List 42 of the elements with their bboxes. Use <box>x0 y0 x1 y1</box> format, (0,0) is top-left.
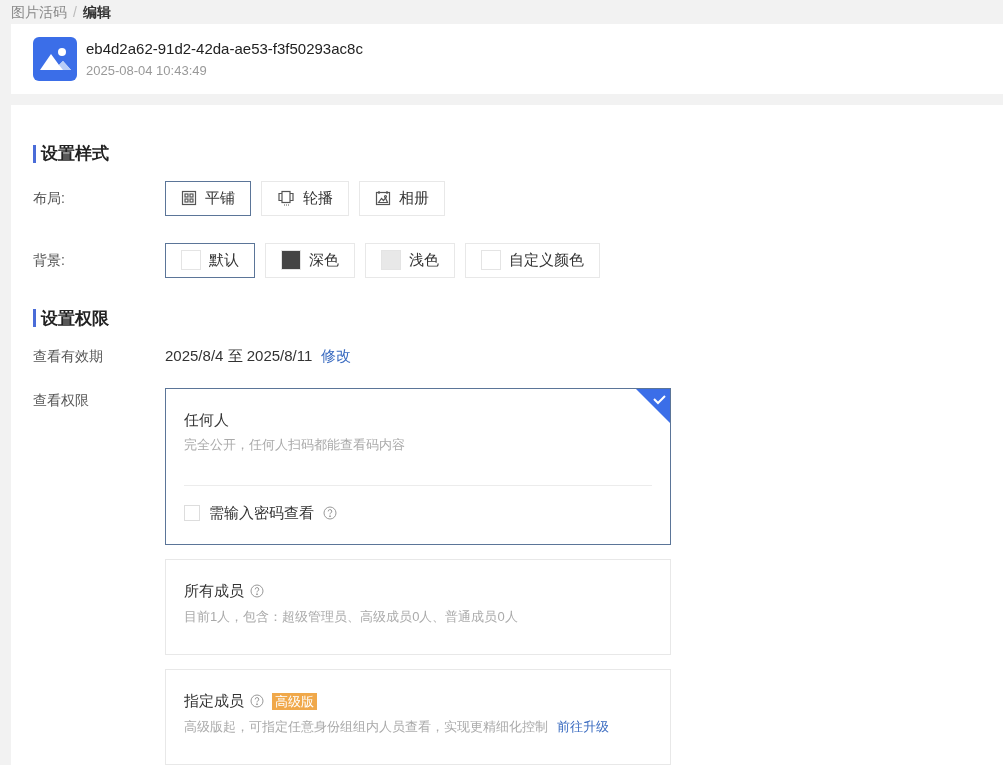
layout-option[interactable]: 相册 <box>359 180 445 216</box>
permission-option[interactable]: 指定成员 高级版 高级版起，可指定任意身份组组内人员查看，实现更精细化控制 前往升级 <box>165 669 671 765</box>
image-icon <box>33 37 77 81</box>
section-title: 设置样式 <box>41 143 109 165</box>
layout-option[interactable]: 平铺 <box>165 180 251 216</box>
breadcrumb-separator: / <box>73 2 77 22</box>
header-title: eb4d2a62-91d2-42da-ae53-f3f50293ac8c <box>86 39 363 59</box>
upgrade-link[interactable]: 前往升级 <box>557 716 609 736</box>
option-description: 高级版起，可指定任意身份组组内人员查看，实现更精细化控制 <box>184 717 548 736</box>
carousel-icon <box>277 190 295 206</box>
section-marker <box>33 144 36 163</box>
background-option[interactable]: 默认 <box>165 242 255 278</box>
validity-period: 2025/8/4 至 2025/8/11 <box>165 346 313 366</box>
field-label: 查看权限 <box>33 390 90 410</box>
permission-option[interactable]: 任何人 完全公开，任何人扫码都能查看码内容 需输入密码查看 <box>165 387 671 545</box>
option-title: 指定成员 <box>184 691 244 711</box>
checkbox-label: 需输入密码查看 <box>209 502 314 523</box>
permission-option[interactable]: 所有成员 目前1人，包含：超级管理员、高级成员0人、普通成员0人 <box>165 559 671 655</box>
field-label: 背景: <box>33 250 66 270</box>
field-label: 布局: <box>33 188 66 208</box>
option-title: 所有成员 <box>184 581 244 601</box>
layout-option[interactable]: 轮播 <box>261 180 349 216</box>
selected-check-icon <box>636 388 670 423</box>
help-icon[interactable] <box>250 584 264 599</box>
help-icon[interactable] <box>250 694 264 709</box>
field-label: 查看有效期 <box>33 346 104 366</box>
option-title: 任何人 <box>184 409 229 430</box>
background-option[interactable]: 深色 <box>265 242 355 278</box>
grid-icon <box>181 190 197 206</box>
option-description: 目前1人，包含：超级管理员、高级成员0人、普通成员0人 <box>184 607 518 626</box>
edit-link[interactable]: 修改 <box>321 345 352 368</box>
premium-badge: 高级版 <box>272 692 317 710</box>
help-icon[interactable] <box>323 505 337 520</box>
section-marker <box>33 309 36 328</box>
section-title: 设置权限 <box>41 307 109 330</box>
background-option[interactable]: 浅色 <box>365 242 455 278</box>
breadcrumb-item: 编辑 <box>82 2 111 22</box>
header-time: 2025-08-04 10:43:49 <box>86 61 208 80</box>
album-icon <box>375 190 391 206</box>
option-description: 完全公开，任何人扫码都能查看码内容 <box>184 436 405 454</box>
password-checkbox[interactable] <box>184 504 200 521</box>
background-option[interactable]: 自定义颜色 <box>465 242 600 278</box>
